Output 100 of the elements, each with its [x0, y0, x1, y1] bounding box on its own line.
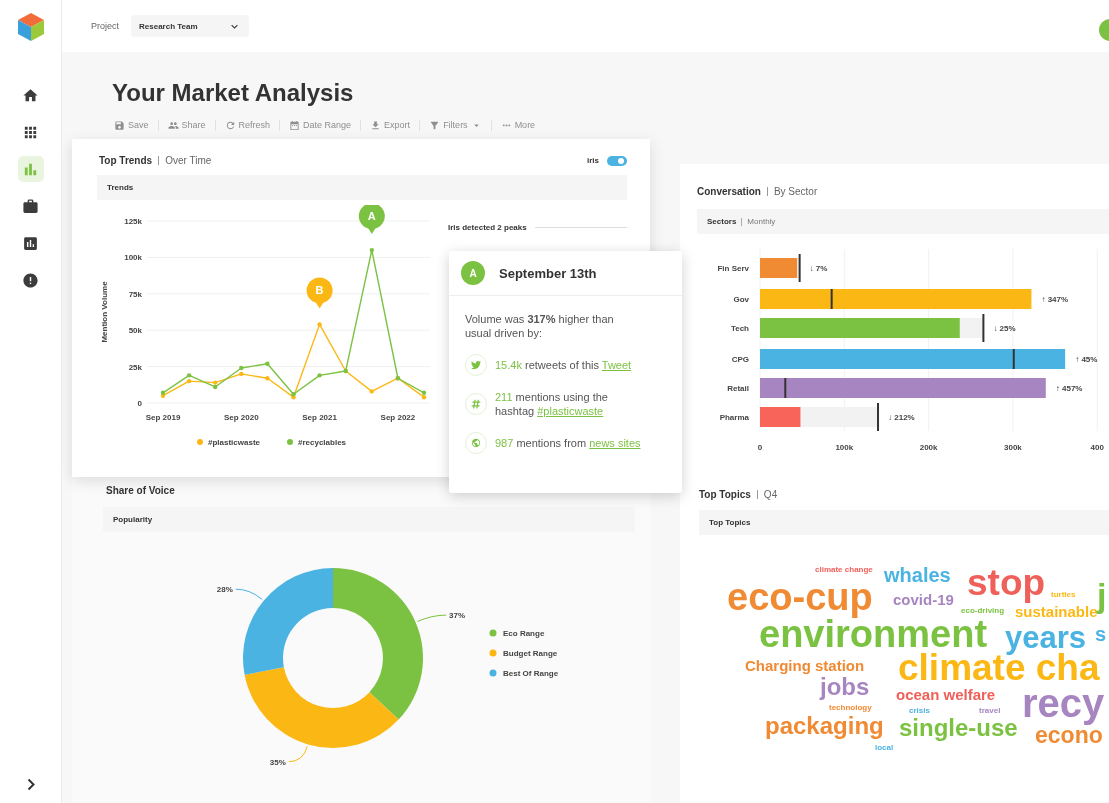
x-tick-label: 400 — [1090, 443, 1104, 452]
mention-text: 211 mentions using the hashtag #plasticwaste — [495, 390, 609, 418]
leader-line — [288, 745, 308, 763]
topic-word: packaging — [765, 712, 884, 739]
x-tick-label: Sep 2020 — [223, 413, 259, 422]
topic-word: j — [1097, 576, 1107, 614]
legend-label: #plasticwaste — [208, 438, 261, 447]
section-title: Conversation — [697, 186, 761, 197]
link[interactable]: Tweet — [601, 359, 632, 371]
category-label: Tech — [730, 324, 749, 333]
topic-word: eco-driving — [961, 606, 1005, 615]
expand-button[interactable] — [26, 778, 35, 791]
tooltip-title: September 13th — [499, 265, 597, 281]
toggle-switch[interactable] — [607, 155, 627, 166]
data-point — [265, 361, 270, 366]
section-subtitle: Q4 — [756, 490, 778, 499]
category-label: CPG — [731, 355, 749, 364]
mention-text: 15.4k retweets of this Tweet — [495, 358, 632, 372]
topic-word: technology — [829, 703, 872, 712]
percent-label: 35% — [269, 757, 286, 767]
legend-dot — [489, 669, 497, 677]
y-tick-label: 75k — [128, 289, 142, 299]
y-axis-title: Mention Volume — [100, 281, 109, 343]
link[interactable]: news sites — [589, 437, 641, 449]
topic-word: local — [875, 743, 894, 752]
section-title: Share of Voice — [106, 485, 176, 496]
topic-word: sustainable — [1015, 603, 1098, 620]
topic-word: jobs — [820, 673, 870, 700]
legend-dot — [197, 439, 203, 445]
data-point — [369, 389, 374, 394]
project-dropdown[interactable]: Research Team — [131, 15, 249, 37]
card-title: Top Trends — [99, 155, 153, 166]
topic-word: climate change — [815, 565, 873, 574]
panel-title: Trends — [107, 183, 134, 192]
leader-line — [416, 614, 447, 622]
data-point — [317, 373, 322, 378]
page-title: Your Market Analysis — [112, 78, 355, 108]
section-subtitle: By Sector — [766, 187, 818, 196]
x-tick-label: 100k — [835, 443, 854, 452]
previous-range — [797, 258, 800, 278]
change-label: ↓ 7% — [809, 264, 828, 273]
topic-word: turtles — [1051, 590, 1076, 599]
change-label: ↓ 25% — [993, 324, 1016, 333]
change-label: ↑ 457% — [1055, 384, 1083, 393]
link[interactable]: #plasticwaste — [537, 405, 604, 417]
x-tick-label: 0 — [757, 443, 763, 452]
report-icon — [22, 234, 39, 252]
category-label: Fin Serv — [717, 264, 749, 273]
topic-word: single-use — [899, 714, 1018, 741]
project-label: Project — [91, 21, 119, 31]
logo-icon — [16, 12, 45, 42]
panel-subtitle: Monthly — [741, 217, 776, 226]
panel-title: Sectors — [707, 217, 737, 226]
legend-label: Best Of Range — [503, 669, 559, 678]
sector-bar — [760, 258, 798, 278]
legend-dot — [489, 629, 497, 637]
topic-word: ocean welfare — [896, 686, 996, 703]
peaks-note: Iris detected 2 peaks — [448, 222, 527, 232]
bird-icon — [471, 360, 481, 370]
panel-title: Popularity — [113, 515, 153, 524]
hashtag-icon — [471, 399, 481, 409]
x-tick-label: 200k — [919, 443, 938, 452]
mention-text: 987 mentions from news sites — [495, 436, 641, 450]
briefcase-icon — [22, 197, 39, 215]
sector-bar — [760, 407, 801, 427]
change-label: ↑ 347% — [1041, 295, 1069, 304]
filter-icon — [429, 119, 441, 131]
previous-range — [959, 318, 984, 338]
legend-dot — [489, 649, 497, 657]
topic-word: travel — [979, 706, 1001, 715]
category-label: Gov — [733, 295, 749, 304]
topic-word: s — [1095, 623, 1107, 645]
topic-word: crisis — [909, 706, 930, 715]
y-tick-label: 0 — [137, 399, 142, 408]
y-tick-label: 50k — [128, 326, 142, 336]
people-icon — [167, 119, 179, 131]
refresh-icon — [224, 119, 236, 131]
y-tick-label: 100k — [124, 253, 142, 263]
home-icon — [22, 86, 39, 104]
download-icon — [370, 119, 382, 131]
legend-label: Budget Range — [503, 649, 558, 658]
annotation: A — [367, 210, 376, 223]
data-point — [265, 376, 270, 381]
x-tick-label: Sep 2019 — [145, 413, 181, 422]
card-subtitle: Over Time — [158, 156, 212, 165]
x-tick-label: 300k — [1004, 443, 1022, 452]
chevron-right-icon — [26, 778, 35, 791]
change-label: ↓ 212% — [888, 413, 915, 422]
tooltip-summary: Volume was 317% higher than usual driven by: — [465, 312, 615, 340]
toggle-label: iris — [587, 156, 599, 165]
panel-title: Top Topics — [709, 518, 751, 527]
data-point — [369, 247, 374, 253]
topic-word: recy — [1022, 681, 1105, 725]
save-icon — [114, 119, 125, 131]
x-tick-label: Sep 2021 — [302, 413, 337, 422]
category-label: Retail — [727, 384, 749, 393]
category-label: Pharma — [719, 413, 749, 422]
percent-label: 28% — [216, 585, 233, 595]
y-tick-label: 125k — [124, 217, 142, 226]
topic-word: whales — [884, 564, 951, 586]
